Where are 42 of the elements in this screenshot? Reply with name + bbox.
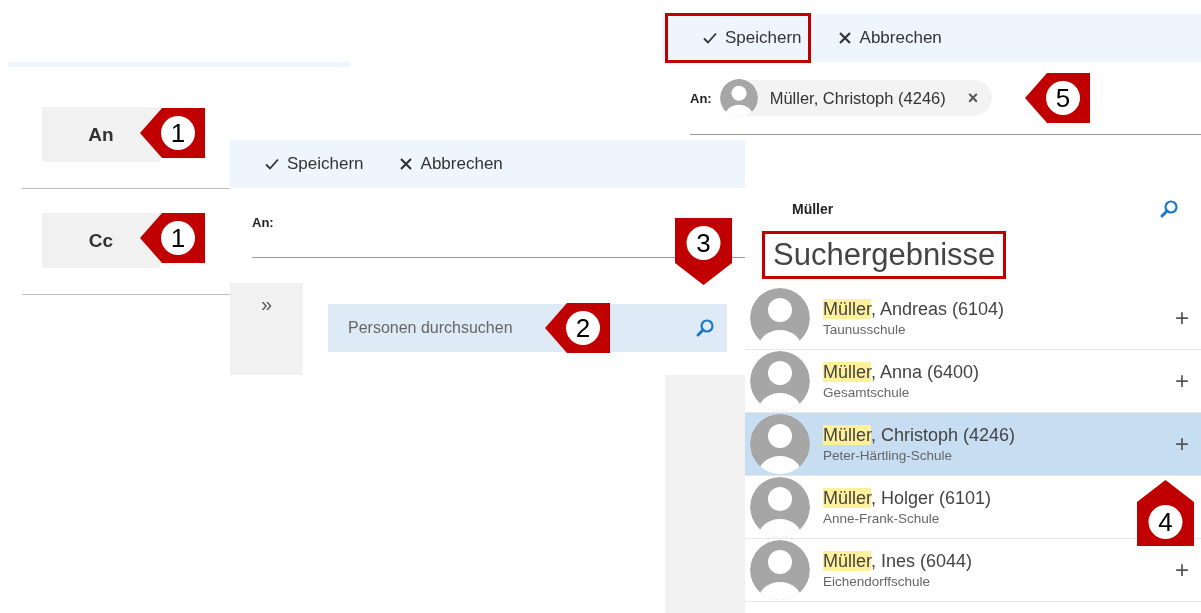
toolbar-button[interactable]: Speichern [665,13,811,63]
add-button[interactable]: + [1175,304,1189,332]
toolbar-button[interactable]: Abbrechen [830,14,948,62]
school-name: Anne-Frank-Schule [823,511,940,526]
search-field[interactable]: Müller [745,187,1201,231]
callout-badge: 3 [675,218,732,285]
close-icon [836,30,853,46]
avatar-icon [749,539,811,601]
to-label: An: [252,215,274,230]
result-row[interactable]: Müller, Christoph (4246) Peter-Härtling-Schule + [745,413,1201,476]
contact-name: Müller, Christoph (4246) [823,425,1016,446]
close-icon [397,156,414,172]
callout-badge: 1 [140,108,205,158]
callout-badge: 1 [140,213,205,263]
callout-badge: 5 [1025,73,1090,123]
contact-name: Müller, Holger (6101) [823,488,992,509]
recipient-chip[interactable]: Müller, Christoph (4246) × [719,80,993,116]
add-button[interactable]: + [1175,430,1189,458]
expand-button[interactable]: » [230,283,303,375]
contact-name: Müller, Andreas (6104) [823,299,1005,320]
contact-name: Müller, Anna (6400) [823,362,980,383]
to-label: An: [690,90,712,106]
avatar-icon [719,79,758,117]
checkmark-icon [264,156,280,172]
school-name: Peter-Härtling-Schule [823,448,953,463]
checkmark-icon [702,30,718,46]
search-icon[interactable] [1159,199,1179,219]
results-heading: Suchergebnisse [762,231,1007,279]
add-button[interactable]: + [1175,556,1189,584]
school-name: Eichendorffschule [823,574,931,589]
toolbar-button[interactable]: Abbrechen [391,140,509,188]
school-name: Gesamtschule [823,385,910,400]
search-icon[interactable] [695,318,715,338]
callout-badge: 2 [545,303,610,353]
school-name: Taunusschule [823,322,906,337]
recipient-field-button[interactable]: Cc [42,213,160,268]
callout-badge: 4 [1137,480,1194,546]
remove-button[interactable]: × [967,87,979,109]
contact-name: Müller, Ines (6044) [823,551,973,572]
recipient-field-button[interactable]: An [42,107,160,162]
toolbar-button[interactable]: Speichern [258,140,370,188]
add-button[interactable]: + [1175,367,1189,395]
